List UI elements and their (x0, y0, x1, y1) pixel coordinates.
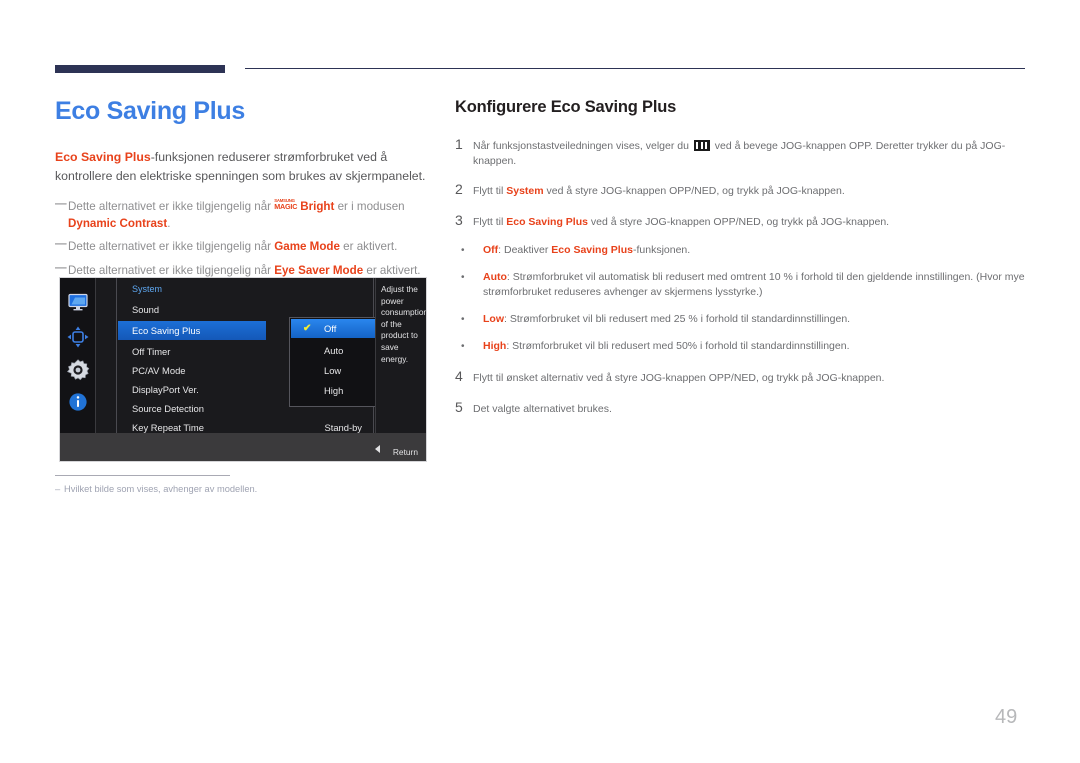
option-bullet-high: • High: Strømforbruket vil bli redusert … (455, 339, 1033, 355)
procedure-step: 3 Flytt til Eco Saving Plus ved å styre … (455, 211, 1033, 230)
bullet-0-strong2: Eco Saving Plus (551, 243, 633, 256)
note-item: — Dette alternativet er ikke tilgjengeli… (55, 196, 430, 233)
step-3-pre: Flytt til (473, 215, 507, 228)
note-0-pre: Dette alternativet er ikke tilgjengelig … (68, 199, 275, 213)
note-item: — Dette alternativet er ikke tilgjengeli… (55, 238, 430, 255)
page-title: Eco Saving Plus (55, 97, 246, 125)
osd-icon-sidebar (60, 278, 96, 433)
note-1-strong: Game Mode (274, 240, 340, 254)
note-1-post: er aktivert. (339, 240, 398, 254)
bullet-0-strong: Off (483, 243, 499, 256)
bullet-2-text: : Strømforbruket vil bli redusert med 25… (504, 313, 851, 326)
info-icon[interactable] (66, 390, 90, 414)
left-column: Eco Saving Plus Eco Saving Plus-funksjon… (55, 97, 430, 285)
bullet-1-strong: Auto (483, 270, 507, 283)
bullet-dot-icon: • (461, 271, 465, 283)
osd-menu-label: Key Repeat Time (132, 422, 204, 433)
osd-menu-panel: System Sound Eco Saving Plus Off Timer P… (116, 278, 417, 443)
procedure-step: 4 Flytt til ønsket alternativ ved å styr… (455, 367, 1033, 386)
option-bullet-auto: • Auto: Strømforbruket vil automatisk bl… (455, 270, 1033, 302)
navigation-arrows-icon[interactable] (66, 325, 90, 349)
bullet-3-text: : Strømforbruket vil bli redusert med 50… (506, 339, 850, 352)
osd-screenshot: System Sound Eco Saving Plus Off Timer P… (59, 277, 427, 462)
step-2-pre: Flytt til (473, 185, 507, 198)
osd-description-pane: Adjust the power consumption of the prod… (375, 278, 426, 433)
bullet-3-strong: High (483, 339, 507, 352)
magicbright-logo-bottom: MAGIC (274, 202, 298, 212)
note-dash-icon: — (55, 237, 67, 251)
footnote-dash-icon: – (55, 484, 61, 494)
bullet-dot-icon: • (461, 244, 465, 256)
osd-submenu-label: Off (324, 323, 337, 334)
procedure-step: 2 Flytt til System ved å styre JOG-knapp… (455, 182, 1033, 199)
step-number: 5 (455, 398, 463, 415)
bullet-1-text: : Strømforbruket vil automatisk bli redu… (483, 270, 1025, 299)
osd-menu-label: Off Timer (132, 346, 171, 357)
option-bullet-off: • Off: Deaktiver Eco Saving Plus-funksjo… (455, 243, 1033, 259)
note-0-post: . (167, 216, 171, 230)
option-bullet-low: • Low: Strømforbruket vil bli redusert m… (455, 312, 1033, 328)
note-2-post: er aktivert. (363, 263, 421, 277)
step-2-post: ved å styre JOG-knappen OPP/NED, og tryk… (543, 185, 845, 198)
header-accent-bar (55, 65, 225, 73)
osd-menu-label: DisplayPort Ver. (132, 384, 199, 395)
check-icon: ✔ (303, 323, 312, 334)
note-0-logo-suffix: Bright (300, 199, 335, 213)
right-column: Konfigurere Eco Saving Plus 1 Når funksj… (455, 98, 1033, 430)
step-3-strong: Eco Saving Plus (506, 215, 588, 228)
note-0-mid: er i modusen (334, 199, 405, 213)
bullet-dot-icon: • (461, 314, 465, 326)
intro-lead: Eco Saving Plus (55, 149, 151, 164)
intro-paragraph: Eco Saving Plus-funksjonen reduserer str… (55, 148, 430, 186)
step-4-text: Flytt til ønsket alternativ ved å styre … (473, 371, 885, 384)
step-2-strong: System (506, 185, 544, 198)
osd-bottom-bar: Return (60, 433, 426, 461)
note-dash-icon: — (55, 196, 67, 210)
procedure-step: 5 Det valgte alternativet brukes. (455, 398, 1033, 417)
osd-menu-label: Sound (132, 304, 160, 315)
osd-submenu-label: Auto (324, 345, 344, 356)
bullet-0-text2: -funksjonen. (632, 243, 691, 256)
osd-return-label[interactable]: Return (393, 447, 418, 457)
step-5-text: Det valgte alternativet brukes. (473, 402, 612, 415)
osd-menu-label: Source Detection (132, 403, 204, 414)
bullet-0-text: : Deaktiver (498, 243, 552, 256)
header-rule-line (245, 68, 1025, 69)
step-number: 4 (455, 367, 463, 384)
footnote-divider (55, 475, 230, 476)
bullet-dot-icon: • (461, 340, 465, 352)
osd-submenu-label: High (324, 385, 344, 396)
monitor-icon[interactable] (66, 290, 90, 314)
jog-menu-icon (693, 140, 710, 151)
footnote: – Hvilket bilde som vises, avhenger av m… (55, 483, 425, 496)
section-title: Konfigurere Eco Saving Plus (455, 98, 677, 116)
procedure-step: 1 Når funksjonstastveiledningen vises, v… (455, 137, 1033, 169)
magicbright-logo: SAMSUNG MAGIC (274, 198, 300, 212)
bullet-2-strong: Low (483, 313, 504, 326)
osd-menu-label: PC/AV Mode (132, 365, 186, 376)
step-number: 3 (455, 211, 463, 228)
back-arrow-icon[interactable] (375, 445, 380, 453)
osd-category-label: System (132, 284, 163, 294)
step-3-post: ved å styre JOG-knappen OPP/NED, og tryk… (587, 215, 890, 228)
step-number: 2 (455, 181, 463, 198)
note-1-pre: Dette alternativet er ikke tilgjengelig … (68, 240, 275, 254)
note-2-strong: Eye Saver Mode (274, 263, 364, 277)
page-number: 49 (995, 706, 1018, 728)
step-number: 1 (455, 136, 463, 152)
osd-menu-label: Eco Saving Plus (132, 325, 201, 336)
note-0-strong: Dynamic Contrast (68, 216, 168, 230)
footnote-text: Hvilket bilde som vises, avhenger av mod… (64, 484, 258, 494)
osd-menu-item-eco-saving-plus[interactable]: Eco Saving Plus (118, 321, 266, 340)
step-1-pre: Når funksjonstastveiledningen vises, vel… (473, 140, 692, 152)
osd-submenu-label: Low (324, 365, 342, 376)
note-2-pre: Dette alternativet er ikke tilgjengelig … (68, 263, 275, 277)
gear-icon[interactable] (66, 358, 90, 382)
